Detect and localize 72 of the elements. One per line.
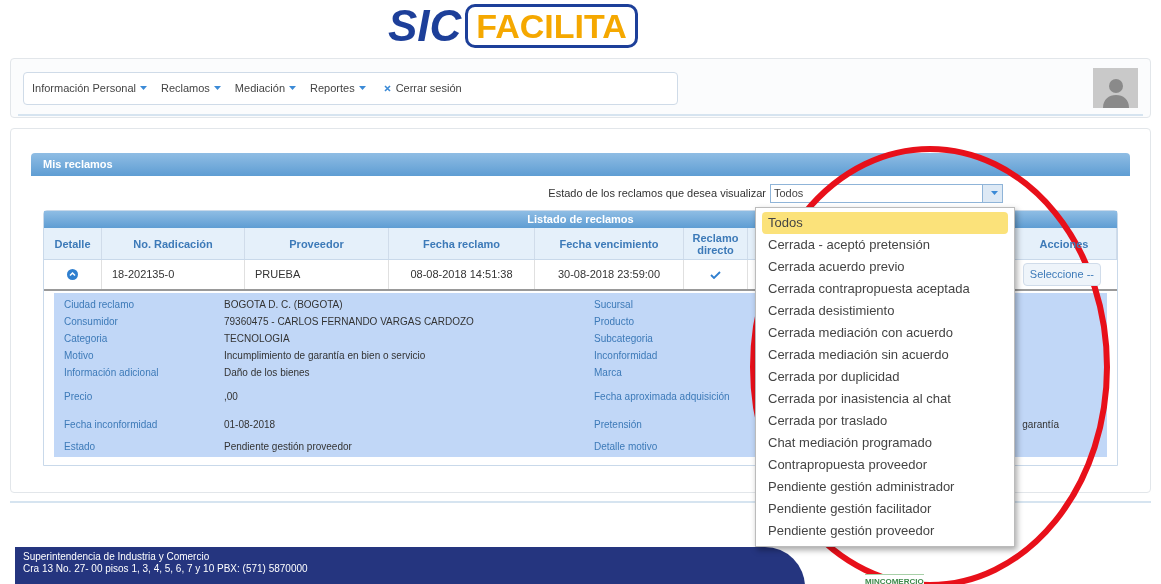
table-cell-text: 08-08-2018 14:51:38 (410, 267, 513, 283)
dropdown-option[interactable]: Chat mediación programado (762, 432, 1008, 454)
footer-text: Cra 13 No. 27- 00 pisos 1, 3, 4, 5, 6, 7 y 10 PBX: (571) 5870000 (23, 563, 309, 575)
dropdown-option[interactable]: Cerrada por inasistencia al chat (762, 388, 1008, 410)
logo: SIC FACILITA (388, 2, 638, 50)
detail-label: Detalle motivo (594, 441, 659, 452)
column-header: No. Radicación (133, 237, 213, 250)
dropdown-option[interactable]: Cerrada por duplicidad (762, 366, 1008, 388)
dropdown-option[interactable]: Contrapropuesta proveedor (762, 454, 1008, 476)
detail-value: ,00 (224, 389, 238, 404)
caret-icon (213, 86, 221, 90)
table-cell-text: 30-08-2018 23:59:00 (557, 267, 661, 283)
detail-label: Fecha inconformidad (64, 418, 159, 432)
filter-label: Estado de los reclamos que desea visualizar (548, 185, 766, 201)
dropdown-option[interactable]: Cerrada mediación sin acuerdo (762, 344, 1008, 366)
detail-value: Incumplimiento de garantía en bien o servicio (224, 349, 426, 363)
column-header: Fecha reclamo (422, 237, 500, 250)
status-select[interactable]: Todos (770, 183, 1003, 203)
column-header: Proveedor (289, 237, 344, 250)
dropdown-option[interactable]: Pendiente gestión facilitador (762, 498, 1008, 520)
detail-label: Fecha aproximada adquisición (594, 390, 731, 402)
ministry-logo: MINCOMERCIO (865, 574, 924, 584)
table-cell-text: 18-202135-0 (112, 267, 175, 283)
detail-label: Categoria (64, 332, 109, 346)
detail-value: 01-08-2018 (224, 418, 276, 432)
detail-label: Información adicional (64, 366, 160, 380)
detail-label: Consumidor (64, 315, 119, 329)
column-header: Detalle (54, 237, 91, 250)
column-header: Reclamo directo (691, 231, 740, 256)
logout-link[interactable]: Cerrar sesión (383, 79, 462, 97)
caret-icon (289, 86, 296, 90)
detail-label: Ciudad reclamo (64, 298, 136, 312)
detail-value: TECNOLOGIA (224, 332, 290, 346)
detail-label: Motivo (64, 349, 95, 363)
dropdown-option[interactable]: Cerrada acuerdo previo (762, 256, 1008, 278)
table-cell-text: PRUEBA (255, 267, 301, 283)
nav-menu[interactable]: Reportes (310, 79, 366, 97)
caret-icon (358, 86, 366, 90)
dropdown-option[interactable]: Cerrada contrapropuesta aceptada (762, 278, 1008, 300)
detail-value: Pendiente gestión proveedor (224, 440, 352, 454)
dropdown-option[interactable]: Todos (762, 212, 1008, 234)
close-icon (383, 84, 391, 92)
user-avatar[interactable] (1093, 68, 1138, 108)
detail-label: Subcategoria (594, 333, 654, 344)
detail-label: Pretensión (594, 419, 643, 430)
column-header: Fecha vencimiento (559, 237, 659, 250)
nav-menu[interactable]: Mediación (234, 79, 296, 97)
detail-label: Marca (594, 367, 623, 378)
table-title: Listado de reclamos (527, 212, 634, 228)
dropdown-option[interactable]: Cerrada desistimiento (762, 300, 1008, 322)
detail-label: Precio (64, 389, 94, 404)
detail-value: Daño de los bienes (224, 366, 310, 380)
dropdown-option[interactable]: Cerrada - aceptó pretensión (762, 234, 1008, 256)
nav-menu[interactable]: Información Personal (32, 79, 147, 97)
panel-title: Mis reclamos (43, 157, 113, 173)
dropdown-option[interactable]: Cerrada mediación con acuerdo (762, 322, 1008, 344)
detail-label: Sucursal (594, 299, 634, 310)
dropdown-option[interactable]: Cerrada por traslado (762, 410, 1008, 432)
detail-label: Inconformidad (594, 350, 659, 361)
dropdown-option[interactable]: Pendiente gestión proveedor (762, 520, 1008, 542)
detail-value: BOGOTA D. C. (BOGOTA) (224, 298, 343, 312)
detail-value: garantía (1022, 418, 1060, 432)
caret-icon (139, 86, 147, 90)
detail-label: Estado (64, 440, 97, 454)
nav-menu[interactable]: Reclamos (160, 79, 221, 97)
detail-label: Producto (594, 316, 636, 327)
dropdown-option[interactable]: Pendiente gestión administrador (762, 476, 1008, 498)
footer-text: Superintendencia de Industria y Comercio (23, 551, 211, 563)
action-select[interactable]: Seleccione -- (1022, 263, 1101, 286)
caret-icon (991, 191, 998, 195)
expand-icon[interactable] (67, 269, 78, 280)
detail-value: 79360475 - CARLOS FERNANDO VARGAS CARDOZO (224, 315, 474, 329)
